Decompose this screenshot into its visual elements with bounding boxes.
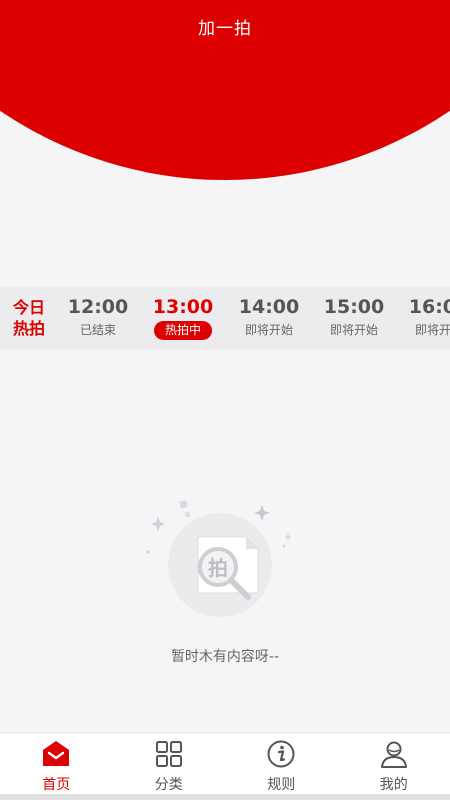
tab-rules-label: 规则 xyxy=(267,777,296,793)
tab-home-label: 首页 xyxy=(42,777,71,793)
empty-state-message: 暂时木有内容呀-- xyxy=(170,649,280,665)
session-slot-1500[interactable]: 15:00 即将开始 xyxy=(314,295,394,339)
bottom-tab-bar: 首页 分类 规则 我的 xyxy=(0,732,450,794)
empty-box-icon: 拍 xyxy=(138,495,298,625)
tab-rules[interactable]: 规则 xyxy=(225,733,338,794)
page-title: 加一拍 xyxy=(198,19,252,39)
session-slot-1300[interactable]: 13:00 热拍中 xyxy=(143,295,223,340)
session-status: 即将开始 xyxy=(329,323,378,337)
session-slot-1400[interactable]: 14:00 即将开始 xyxy=(229,295,309,339)
tab-home[interactable]: 首页 xyxy=(0,733,113,794)
tab-mine[interactable]: 我的 xyxy=(338,733,450,794)
session-time-bar[interactable]: 今日 热拍 12:00 已结束 13:00 热拍中 14:00 即将开始 15:… xyxy=(0,287,450,349)
tab-category-label: 分类 xyxy=(154,777,183,793)
session-time: 14:00 xyxy=(238,296,300,318)
today-hot-label: 今日 热拍 xyxy=(12,298,45,338)
session-time: 12:00 xyxy=(67,296,129,318)
tab-mine-label: 我的 xyxy=(379,777,408,793)
home-icon xyxy=(43,741,70,766)
session-status: 即将开始 xyxy=(414,323,450,337)
session-status: 已结束 xyxy=(79,323,116,337)
session-slot-1200[interactable]: 12:00 已结束 xyxy=(58,295,138,339)
stamp-glyph: 拍 xyxy=(208,556,228,580)
info-icon xyxy=(267,740,295,768)
user-icon xyxy=(380,741,407,768)
tab-category[interactable]: 分类 xyxy=(113,733,226,794)
session-status-badge: 热拍中 xyxy=(153,321,212,340)
grid-icon xyxy=(155,741,182,767)
session-time: 15:00 xyxy=(323,296,385,318)
session-slot-1600[interactable]: 16:00 即将开始 xyxy=(399,295,450,339)
session-time: 13:00 xyxy=(152,296,214,318)
app-screen: 加一拍 今日 热拍 12:00 已结束 13:00 热拍中 14:00 即将开始… xyxy=(0,0,450,800)
session-status: 即将开始 xyxy=(244,323,293,337)
bottom-edge xyxy=(0,794,450,800)
session-time: 16:00 xyxy=(408,296,450,318)
